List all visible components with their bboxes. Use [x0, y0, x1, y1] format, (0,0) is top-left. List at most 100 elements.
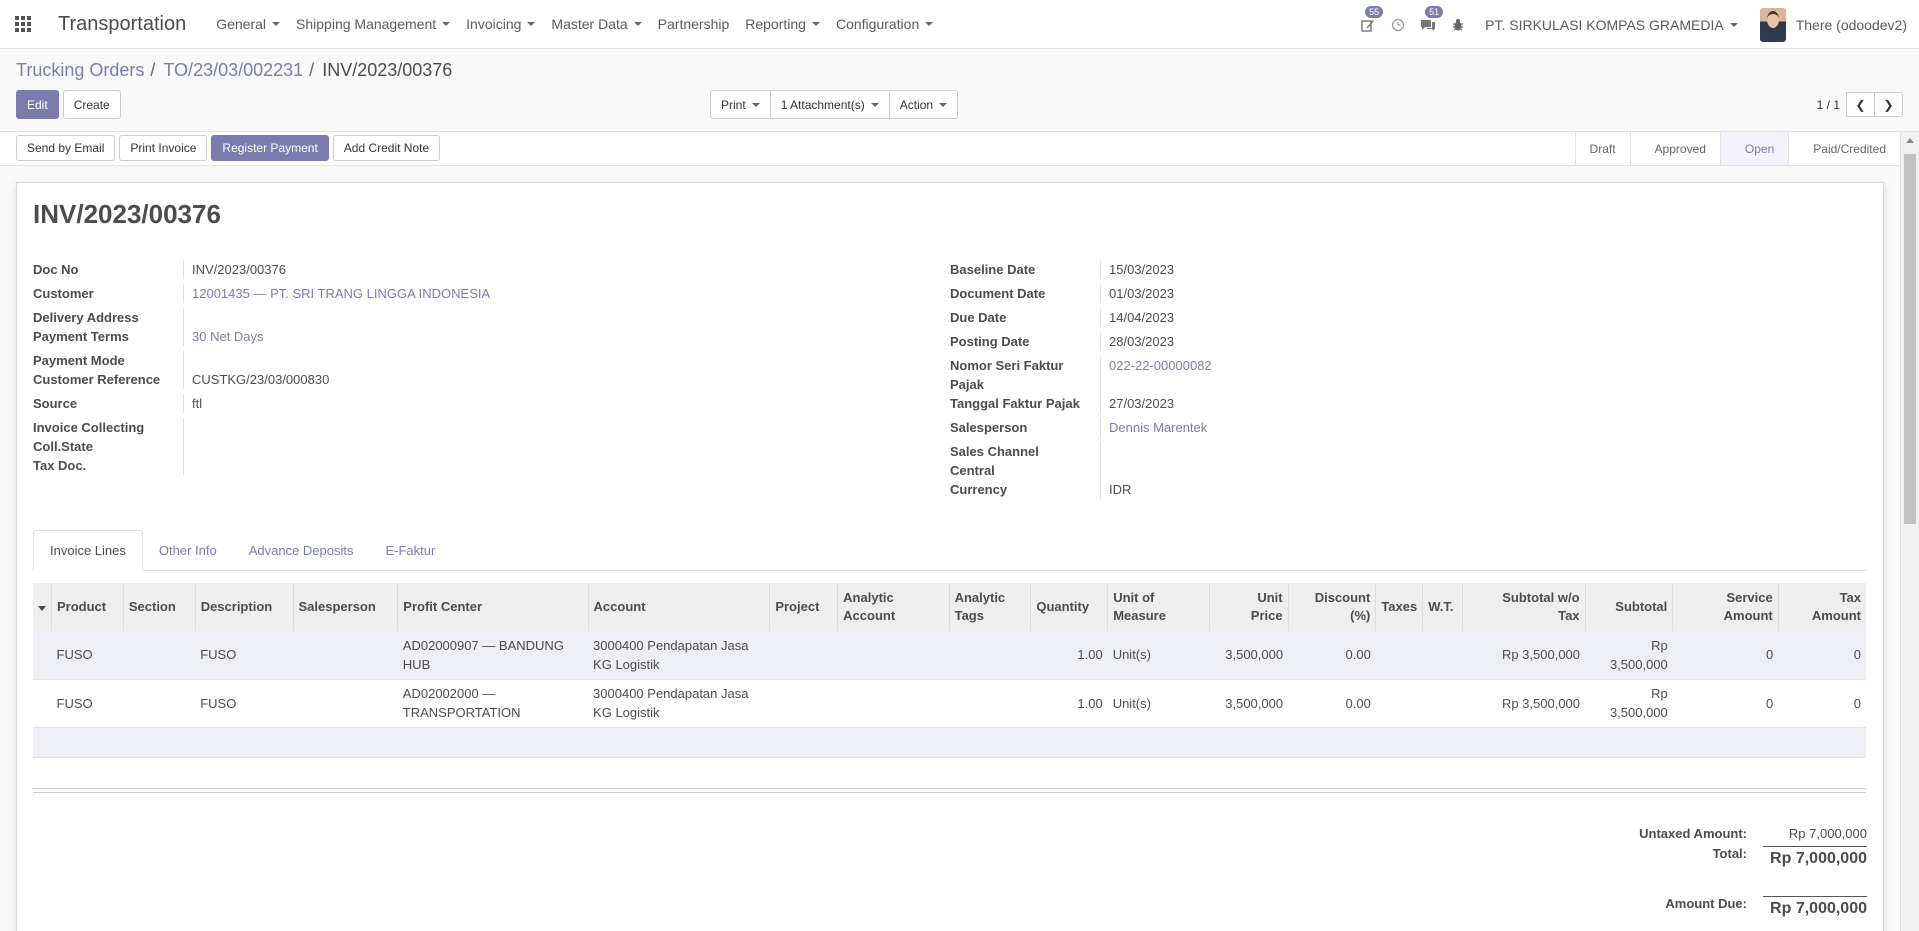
- column-header-discount[interactable]: Discount (%): [1288, 583, 1377, 631]
- select-column-header[interactable]: [33, 583, 52, 631]
- cell-product[interactable]: FUSO: [51, 679, 124, 728]
- cell-profit-center[interactable]: AD02002000 — TRANSPORTATION: [397, 679, 589, 728]
- app-title[interactable]: Transportation: [58, 13, 186, 36]
- company-switcher[interactable]: PT. SIRKULASI KOMPAS GRAMEDIA: [1485, 17, 1738, 33]
- breadcrumb-trucking-orders[interactable]: Trucking Orders: [16, 60, 144, 81]
- user-menu[interactable]: There (odoodev2): [1759, 7, 1907, 42]
- cell-subtotal-wo-tax[interactable]: Rp 3,500,000: [1462, 631, 1586, 680]
- payment-terms-link[interactable]: 30 Net Days: [192, 329, 264, 344]
- tab-other-info[interactable]: Other Info: [143, 530, 233, 571]
- nomor-seri-link[interactable]: 022-22-00000082: [1109, 358, 1212, 373]
- cell-subtotal[interactable]: Rp 3,500,000: [1585, 631, 1673, 680]
- add-credit-note-button[interactable]: Add Credit Note: [332, 135, 441, 161]
- apps-grid-icon[interactable]: [0, 0, 46, 49]
- print-dropdown[interactable]: Print: [710, 90, 771, 119]
- cell-account[interactable]: 3000400 Pendapatan Jasa KG Logistik: [588, 631, 770, 680]
- column-header-wt[interactable]: W.T.: [1422, 583, 1464, 631]
- register-payment-button[interactable]: Register Payment: [211, 135, 329, 161]
- table-row[interactable]: FUSO FUSO AD02002000 — TRANSPORTATION 300…: [33, 679, 1866, 728]
- cell-section[interactable]: [123, 631, 196, 680]
- column-header-project[interactable]: Project: [769, 583, 839, 631]
- cell-wt[interactable]: [1422, 679, 1463, 728]
- customer-link[interactable]: 12001435 — PT. SRI TRANG LINGGA INDONESI…: [192, 286, 490, 301]
- print-invoice-button[interactable]: Print Invoice: [119, 135, 208, 161]
- pager-value[interactable]: 1 / 1: [1817, 98, 1840, 112]
- breadcrumb-trucking-order[interactable]: TO/23/03/002231: [163, 60, 303, 81]
- cell-discount[interactable]: 0.00: [1288, 679, 1376, 728]
- cell-discount[interactable]: 0.00: [1288, 631, 1376, 680]
- column-header-unit-price[interactable]: Unit Price: [1209, 583, 1289, 631]
- salesperson-link[interactable]: Dennis Marentek: [1109, 420, 1207, 435]
- column-header-quantity[interactable]: Quantity: [1030, 583, 1109, 631]
- cell-quantity[interactable]: 1.00: [1030, 631, 1108, 680]
- status-approved[interactable]: Approved: [1629, 132, 1720, 165]
- menu-partnership[interactable]: Partnership: [650, 0, 738, 49]
- status-open[interactable]: Open: [1719, 132, 1789, 165]
- cell-tax-amount[interactable]: 0: [1778, 679, 1866, 728]
- cell-analytic-tags[interactable]: [949, 679, 1031, 728]
- cell-analytic-tags[interactable]: [949, 631, 1031, 680]
- cell-description[interactable]: FUSO: [195, 679, 293, 728]
- chat-icon[interactable]: 51: [1413, 0, 1444, 49]
- pager-previous-button[interactable]: ❮: [1846, 92, 1875, 117]
- column-header-analytic-tags[interactable]: Analytic Tags: [949, 583, 1032, 631]
- menu-general[interactable]: General: [208, 0, 288, 49]
- menu-reporting[interactable]: Reporting: [737, 0, 828, 49]
- bug-icon[interactable]: [1443, 0, 1473, 49]
- create-button[interactable]: Create: [62, 90, 121, 119]
- cell-taxes[interactable]: [1375, 679, 1423, 728]
- menu-configuration[interactable]: Configuration: [828, 0, 941, 49]
- cell-subtotal[interactable]: Rp 3,500,000: [1585, 679, 1673, 728]
- column-header-description[interactable]: Description: [195, 583, 294, 631]
- cell-unit-price[interactable]: 3,500,000: [1209, 679, 1289, 728]
- attachments-dropdown[interactable]: 1 Attachment(s): [769, 90, 890, 119]
- send-by-email-button[interactable]: Send by Email: [16, 135, 116, 161]
- cell-analytic-account[interactable]: [837, 631, 950, 680]
- tab-advance-deposits[interactable]: Advance Deposits: [233, 530, 370, 571]
- edit-button[interactable]: Edit: [16, 90, 59, 119]
- clock-icon[interactable]: [1383, 0, 1413, 49]
- menu-shipping-management[interactable]: Shipping Management: [288, 0, 458, 49]
- cell-salesperson[interactable]: [293, 631, 398, 680]
- cell-wt[interactable]: [1422, 631, 1463, 680]
- column-header-analytic-account[interactable]: Analytic Account: [837, 583, 950, 631]
- status-draft[interactable]: Draft: [1574, 132, 1630, 165]
- menu-master-data[interactable]: Master Data: [543, 0, 649, 49]
- column-header-service-amount[interactable]: Service Amount: [1672, 583, 1779, 631]
- column-header-account[interactable]: Account: [588, 583, 771, 631]
- tab-e-faktur[interactable]: E-Faktur: [369, 530, 451, 571]
- cell-unit-of-measure[interactable]: Unit(s): [1107, 631, 1210, 680]
- cell-analytic-account[interactable]: [837, 679, 950, 728]
- scroll-up-arrow-icon[interactable]: [1906, 138, 1914, 143]
- cell-service-amount[interactable]: 0: [1672, 631, 1779, 680]
- cell-tax-amount[interactable]: 0: [1778, 631, 1866, 680]
- column-header-subtotal-wo-tax[interactable]: Subtotal w/o Tax: [1462, 583, 1586, 631]
- column-header-tax-amount[interactable]: Tax Amount: [1778, 583, 1866, 631]
- column-header-unit-of-measure[interactable]: Unit of Measure: [1107, 583, 1210, 631]
- status-paid-credited[interactable]: Paid/Credited: [1788, 132, 1900, 165]
- cell-product[interactable]: FUSO: [51, 631, 124, 680]
- cell-account[interactable]: 3000400 Pendapatan Jasa KG Logistik: [588, 679, 770, 728]
- cell-profit-center[interactable]: AD02000907 — BANDUNG HUB: [397, 631, 589, 680]
- pager-next-button[interactable]: ❯: [1874, 92, 1903, 117]
- edit-activity-icon[interactable]: 55: [1353, 0, 1384, 49]
- cell-service-amount[interactable]: 0: [1672, 679, 1779, 728]
- tab-invoice-lines[interactable]: Invoice Lines: [33, 530, 143, 571]
- cell-subtotal-wo-tax[interactable]: Rp 3,500,000: [1462, 679, 1586, 728]
- scrollbar-thumb[interactable]: [1904, 154, 1916, 524]
- table-row[interactable]: FUSO FUSO AD02000907 — BANDUNG HUB 300040…: [33, 631, 1866, 680]
- column-header-subtotal[interactable]: Subtotal: [1585, 583, 1674, 631]
- column-header-section[interactable]: Section: [123, 583, 196, 631]
- action-dropdown[interactable]: Action: [888, 90, 959, 119]
- menu-invoicing[interactable]: Invoicing: [458, 0, 543, 49]
- cell-project[interactable]: [769, 631, 838, 680]
- cell-quantity[interactable]: 1.00: [1030, 679, 1108, 728]
- cell-salesperson[interactable]: [293, 679, 398, 728]
- cell-section[interactable]: [123, 679, 196, 728]
- cell-taxes[interactable]: [1375, 631, 1423, 680]
- cell-description[interactable]: FUSO: [195, 631, 293, 680]
- cell-project[interactable]: [769, 679, 838, 728]
- column-header-product[interactable]: Product: [51, 583, 124, 631]
- cell-unit-of-measure[interactable]: Unit(s): [1107, 679, 1210, 728]
- column-header-salesperson[interactable]: Salesperson: [293, 583, 399, 631]
